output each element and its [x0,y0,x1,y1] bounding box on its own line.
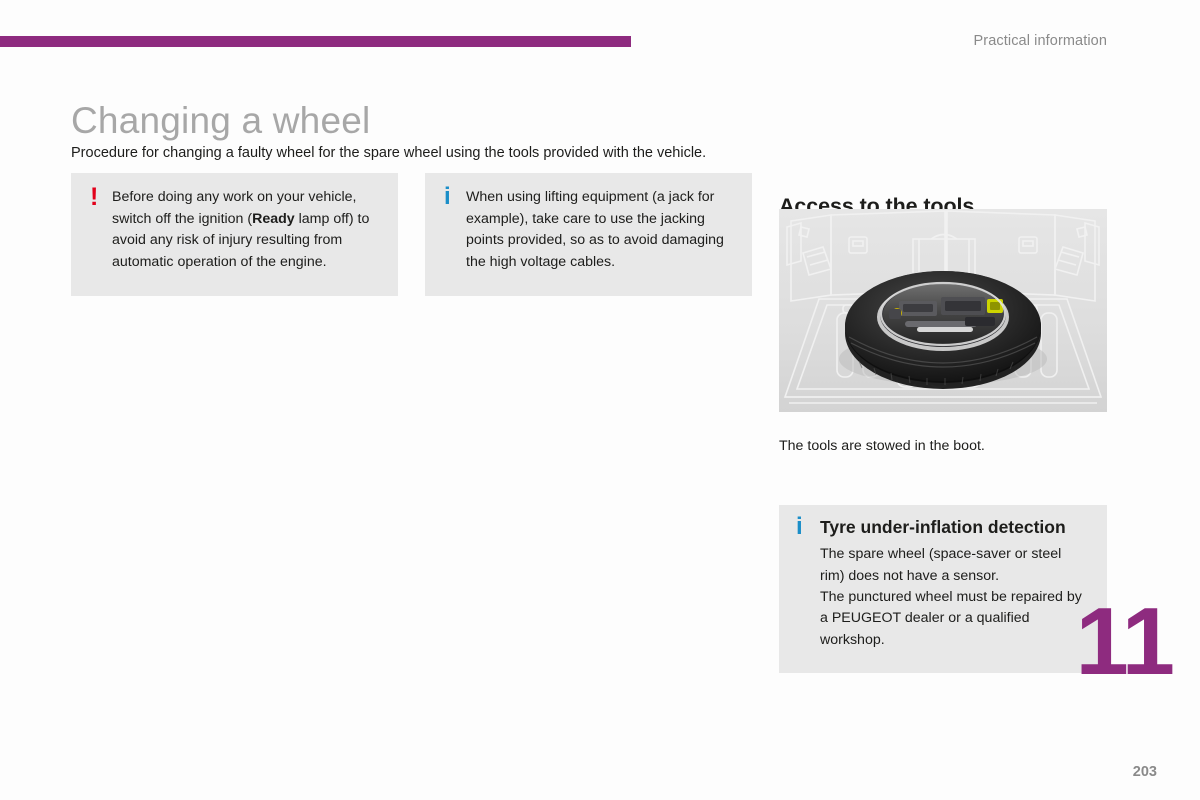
callout-tyre-heading: Tyre under-inflation detection [820,517,1066,537]
callout-tyre-under-inflation: i Tyre under-inflation detection The spa… [779,505,1107,673]
boot-illustration-svg [779,209,1107,412]
chapter-number: 11 [1075,588,1175,695]
figure-caption-tools-stowed: The tools are stowed in the boot. [779,438,985,455]
warning-exclamation-glyph: ! [90,183,99,211]
information-icon: i [444,183,466,210]
callout-warning: ! Before doing any work on your vehicle,… [71,173,398,296]
callout-jacking-info: i When using lifting equipment (a jack f… [425,173,752,296]
information-icon-glyph: i [796,513,803,540]
information-icon-glyph: i [444,183,451,210]
header-accent-bar [0,36,631,47]
callout-jacking-text: When using lifting equipment (a jack for… [466,189,724,271]
page-number: 203 [1132,764,1157,780]
callout-warning-bold-word: Ready [252,210,295,227]
information-icon: i [796,513,820,540]
callout-warning-text: Before doing any work on your vehicle, s… [112,187,380,274]
page-intro-text: Procedure for changing a faulty wheel fo… [71,144,707,161]
page-title: Changing a wheel [71,99,371,141]
callout-tyre-body-line-2: The punctured wheel must be repaired by … [820,588,1082,648]
figure-boot-with-spare-wheel [779,209,1107,412]
warning-exclamation-icon: ! [90,183,112,211]
callout-tyre-body-line-1: The spare wheel (space-saver or steel ri… [820,546,1062,584]
header-section-label: Practical information [973,33,1107,49]
